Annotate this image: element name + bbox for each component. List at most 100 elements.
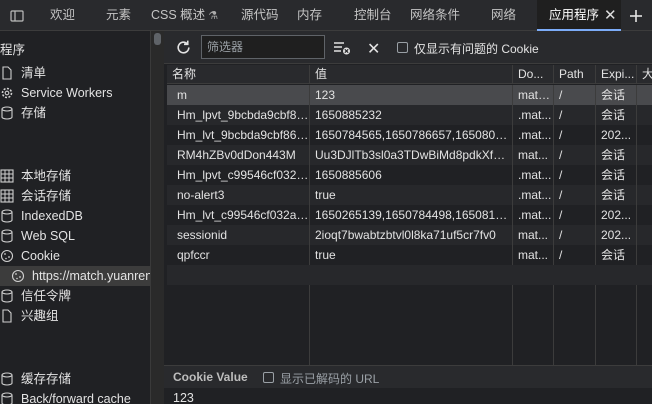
column-divider bbox=[553, 285, 554, 365]
database-icon bbox=[1, 392, 13, 404]
clear-all-icon[interactable]: ✕ bbox=[367, 39, 380, 59]
sidebar-item-web-sql[interactable]: Web SQL bbox=[0, 226, 150, 246]
tab-label: 源代码 bbox=[241, 8, 279, 22]
tab-memory[interactable]: 内存 bbox=[297, 0, 322, 31]
table-row[interactable]: Hm_lvt_9bcbda9cbf86757998a2339a0437208e … bbox=[167, 125, 652, 145]
table-icon bbox=[0, 189, 14, 203]
tab-network-conditions[interactable]: 网络条件 bbox=[410, 0, 460, 31]
sidebar-item-label: 存储 bbox=[21, 106, 47, 120]
sidebar-item-label: Cookie bbox=[21, 249, 60, 263]
sidebar-item-label: 会话存储 bbox=[21, 189, 72, 203]
tab-network[interactable]: 网络 bbox=[491, 0, 516, 31]
tab-label: 应用程序 bbox=[549, 8, 600, 22]
sidebar-item-storage[interactable]: 存储 bbox=[0, 103, 150, 123]
sidebar-item-indexeddb[interactable]: IndexedDB bbox=[0, 206, 150, 226]
cell-path: / bbox=[554, 245, 596, 265]
sidebar-item-local-storage[interactable]: 本地存储 bbox=[0, 166, 150, 186]
tab-welcome[interactable]: 欢迎 bbox=[50, 0, 75, 31]
cell-value: 1650885232 bbox=[310, 105, 513, 125]
tab-elements[interactable]: 元素 bbox=[106, 0, 131, 31]
cell-domain: mat... bbox=[513, 145, 554, 165]
column-header-expires[interactable]: Expi... bbox=[596, 65, 637, 84]
cell-expires: 会话 bbox=[596, 85, 637, 105]
cell-path: / bbox=[554, 145, 596, 165]
show-decoded-url-checkbox[interactable] bbox=[263, 372, 274, 383]
table-row[interactable]: Hm_lpvt_c99546cf032aaa5a679230de9a95c7db… bbox=[167, 165, 652, 185]
tab-label: 元素 bbox=[106, 8, 132, 22]
table-row[interactable]: Hm_lpvt_9bcbda9cbf86757998a2339a0437208e… bbox=[167, 105, 652, 125]
cell-name: Hm_lpvt_c99546cf032aaa5a679230de9a95c7db bbox=[167, 165, 310, 185]
sidebar-item-interest-groups[interactable]: 兴趣组 bbox=[0, 306, 150, 326]
table-row[interactable]: no-alert3 true .mat... / 会话 bbox=[167, 185, 652, 205]
sidebar-item-label: 缓存存储 bbox=[21, 372, 72, 386]
filter-input[interactable] bbox=[201, 35, 325, 59]
sidebar-item-label: Service Workers bbox=[21, 86, 113, 100]
table-empty-area bbox=[167, 285, 652, 365]
sidebar-item-session-storage[interactable]: 会话存储 bbox=[0, 186, 150, 206]
table-row[interactable]: RM4hZBv0dDon443M Uu3DJlTb3sl0a3TDwBiMd8p… bbox=[167, 145, 652, 165]
clear-filtered-cookies-icon[interactable] bbox=[333, 40, 351, 59]
cell-value: 1650265139,1650784498,1650812345,1650885… bbox=[310, 205, 513, 225]
database-icon bbox=[1, 372, 13, 386]
sidebar-item-cookie-origin[interactable]: https://match.yuanrenxue.com bbox=[0, 266, 150, 286]
cell-path: / bbox=[554, 85, 596, 105]
tab-label: 欢迎 bbox=[50, 8, 76, 22]
column-header-size[interactable]: 大 bbox=[637, 65, 652, 84]
tab-label: 控制台 bbox=[354, 8, 392, 22]
table-row[interactable]: sessionid 2ioqt7bwabtzbtvl0l8ka71uf5cr7f… bbox=[167, 225, 652, 245]
sidebar-item-label: 本地存储 bbox=[21, 169, 72, 183]
experiment-flask-icon: ⚗ bbox=[208, 10, 219, 22]
sidebar-scrollbar-thumb[interactable] bbox=[154, 33, 161, 45]
tab-console[interactable]: 控制台 bbox=[354, 0, 392, 31]
column-header-value[interactable]: 值 bbox=[310, 65, 513, 84]
cookies-panel: ✕ 仅显示有问题的 Cookie 名称 值 Do... Path Expi...… bbox=[164, 31, 652, 404]
sidebar-item-cookie[interactable]: Cookie bbox=[0, 246, 150, 266]
sidebar-item-label: Back/forward cache bbox=[21, 392, 131, 404]
sidebar-item-manifest[interactable]: 清单 bbox=[0, 63, 150, 83]
cookie-value-text[interactable]: 123 bbox=[173, 391, 194, 404]
table-icon bbox=[0, 169, 14, 183]
device-toolbar-icon[interactable] bbox=[8, 0, 26, 31]
cookie-value-header: Cookie Value 显示已解码的 URL bbox=[164, 366, 652, 388]
sidebar-item-back-forward-cache[interactable]: Back/forward cache bbox=[0, 389, 150, 404]
cell-expires: 202... bbox=[596, 225, 637, 245]
database-icon bbox=[1, 229, 13, 243]
more-tabs-plus-icon[interactable] bbox=[624, 0, 648, 31]
sidebar-scrollbar[interactable] bbox=[150, 31, 164, 404]
cell-value: 1650784565,1650786657,1650802340,1650885… bbox=[310, 125, 513, 145]
sidebar-item-service-workers[interactable]: Service Workers bbox=[0, 83, 150, 103]
cell-name: Hm_lpvt_9bcbda9cbf86757998a2339a0437208e bbox=[167, 105, 310, 125]
cookie-icon bbox=[11, 269, 25, 283]
tab-label: CSS 概述 bbox=[151, 8, 206, 22]
column-header-path[interactable]: Path bbox=[554, 65, 596, 84]
tab-css-overview[interactable]: CSS 概述 ⚗ bbox=[151, 0, 218, 31]
tab-sources[interactable]: 源代码 bbox=[241, 0, 279, 31]
devtools-tabbar: 欢迎 元素 CSS 概述 ⚗ 源代码 内存 控制台 网络条件 网络 应用程序 ✕ bbox=[0, 0, 652, 31]
column-header-name[interactable]: 名称 bbox=[167, 65, 310, 84]
sidebar-item-cache-storage[interactable]: 缓存存储 bbox=[0, 369, 150, 389]
cell-domain: match. bbox=[513, 85, 554, 105]
only-issues-label: 仅显示有问题的 Cookie bbox=[414, 42, 539, 56]
tab-application[interactable]: 应用程序 ✕ bbox=[537, 0, 621, 31]
cell-name: Hm_lvt_c99546cf032aaa5a679230de9a95c7db bbox=[167, 205, 310, 225]
close-tab-icon[interactable]: ✕ bbox=[604, 0, 617, 31]
table-row[interactable]: qpfccr true mat... / 会话 bbox=[167, 245, 652, 265]
cell-name: qpfccr bbox=[167, 245, 310, 265]
tab-label: 网络条件 bbox=[410, 8, 461, 22]
table-row[interactable]: Hm_lvt_c99546cf032aaa5a679230de9a95c7db … bbox=[167, 205, 652, 225]
cell-domain: .mat... bbox=[513, 105, 554, 125]
show-decoded-url-label: 显示已解码的 URL bbox=[280, 372, 380, 386]
cell-expires: 会话 bbox=[596, 185, 637, 205]
cookies-table-header: 名称 值 Do... Path Expi... 大 bbox=[167, 65, 652, 84]
sidebar-item-label: 清单 bbox=[21, 66, 47, 80]
sidebar-item-label: 兴趣组 bbox=[21, 309, 59, 323]
cell-path: / bbox=[554, 225, 596, 245]
column-header-domain[interactable]: Do... bbox=[513, 65, 554, 84]
sidebar-section-title: 程序 bbox=[0, 43, 26, 57]
sidebar-item-trust-tokens[interactable]: 信任令牌 bbox=[0, 286, 150, 306]
tab-label: 网络 bbox=[491, 8, 517, 22]
only-issues-checkbox[interactable] bbox=[397, 42, 408, 53]
table-row[interactable]: m 123 match. / 会话 bbox=[167, 85, 652, 105]
refresh-icon[interactable] bbox=[175, 39, 192, 59]
cell-path: / bbox=[554, 185, 596, 205]
